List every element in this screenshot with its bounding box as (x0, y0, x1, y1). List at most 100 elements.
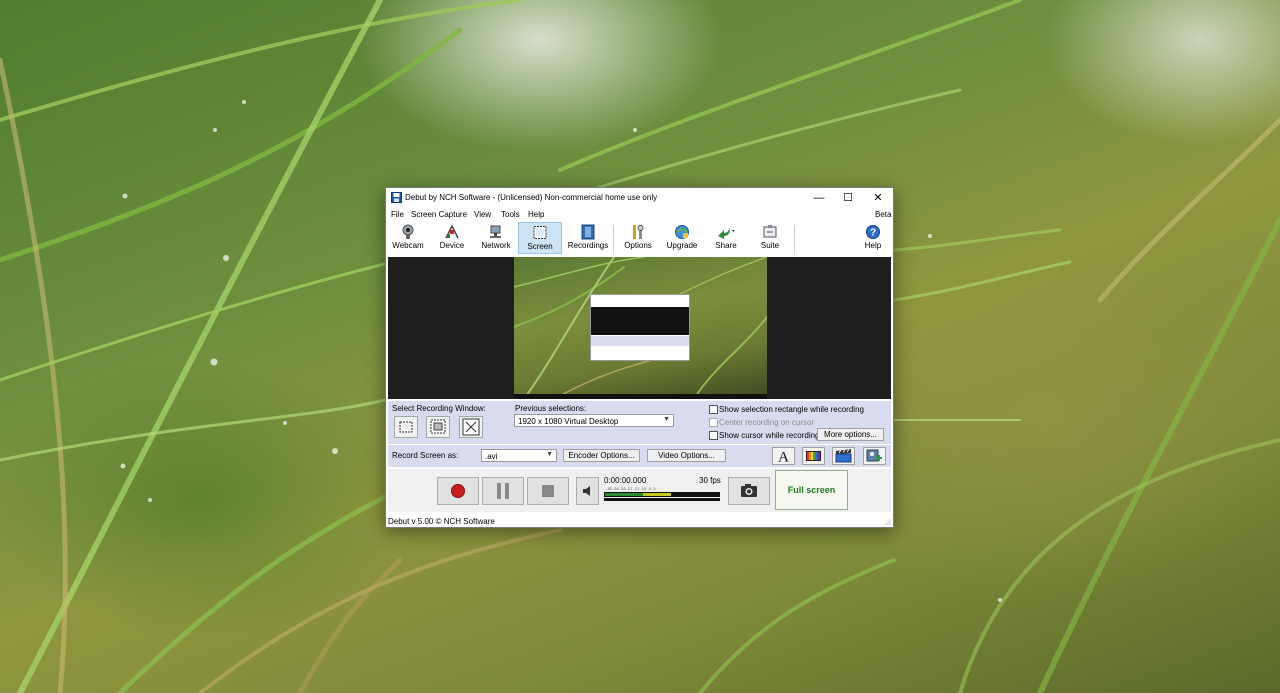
toolbar-recordings-label: Recordings (567, 241, 609, 250)
previous-selection-value: 1920 x 1080 Virtual Desktop (518, 417, 619, 426)
previous-selections-label: Previous selections: (515, 404, 587, 413)
speaker-icon (583, 486, 590, 496)
toolbar-separator (794, 225, 795, 253)
share-icon (718, 228, 735, 239)
close-button[interactable]: ✕ (863, 188, 893, 208)
encoder-options-button[interactable]: Encoder Options... (563, 449, 640, 462)
preview-nested-window (590, 294, 690, 361)
menu-file[interactable]: File (391, 210, 404, 219)
device-icon (445, 224, 459, 239)
toolbar-device-label: Device (439, 241, 465, 250)
center-on-cursor-checkbox[interactable] (709, 418, 718, 427)
webcam-icon (402, 224, 414, 239)
menu-tools[interactable]: Tools (501, 210, 520, 219)
color-bars-icon (806, 451, 821, 461)
video-effects-button[interactable] (832, 447, 855, 465)
record-button[interactable] (437, 477, 479, 505)
select-rectangle-button[interactable] (394, 416, 418, 438)
toolbar-screen-label: Screen (527, 242, 553, 251)
select-fullscreen-button[interactable] (459, 416, 483, 438)
upgrade-icon (675, 225, 689, 239)
toolbar-suite[interactable]: Suite (748, 222, 792, 254)
stop-button[interactable] (527, 477, 569, 505)
stop-icon (542, 485, 554, 497)
preview-desktop-image (514, 257, 767, 399)
center-on-cursor-label: Center recording on cursor (719, 418, 815, 427)
debut-app-icon (391, 192, 402, 203)
toolbar-share-label: Share (715, 241, 737, 250)
audio-level-meter: -45 -39 -33 -27 -21 -15 -9 -3 (604, 486, 720, 501)
options-icon (633, 225, 644, 239)
svg-text:A: A (778, 450, 789, 465)
status-text: Debut v 5.00 © NCH Software (388, 517, 495, 526)
format-dropdown[interactable]: .avi ▼ (481, 449, 557, 462)
select-window-button[interactable] (426, 416, 450, 438)
show-selection-rect-checkbox[interactable] (709, 405, 718, 414)
suite-icon (763, 225, 777, 238)
toolbar-network-label: Network (481, 241, 511, 250)
window-title: Debut by NCH Software - (Unlicensed) Non… (405, 193, 658, 202)
toolbar-share[interactable]: Share (704, 222, 748, 254)
toolbar-help-label: Help (864, 241, 882, 250)
format-value: .avi (485, 452, 498, 461)
select-rectangle-icon (399, 421, 413, 433)
toolbar-screen[interactable]: Screen (518, 222, 562, 254)
pause-button[interactable] (482, 477, 524, 505)
menu-help[interactable]: Help (528, 210, 544, 219)
menu-bar: File Screen Capture View Tools Help Beta (386, 208, 893, 221)
text-caption-icon: A (778, 450, 789, 466)
minimize-button[interactable]: — (804, 188, 834, 208)
show-selection-rect-label: Show selection rectangle while recording (719, 405, 864, 414)
volume-button[interactable] (576, 477, 599, 505)
show-cursor-checkbox[interactable] (709, 431, 718, 440)
text-caption-button[interactable]: A (772, 447, 795, 466)
svg-text:?: ? (870, 228, 876, 239)
toolbar-separator (613, 225, 614, 253)
select-window-icon (430, 419, 446, 434)
color-adjust-button[interactable] (802, 447, 825, 465)
fps-display: 30 fps (699, 476, 721, 485)
beta-label: Beta (875, 210, 892, 219)
toolbar-suite-label: Suite (760, 241, 780, 250)
full-screen-button[interactable]: Full screen (775, 470, 848, 510)
toolbar-device[interactable]: Device (430, 222, 474, 254)
camera-icon (741, 484, 757, 497)
previous-selections-dropdown[interactable]: 1920 x 1080 Virtual Desktop ▼ (514, 414, 674, 427)
menu-screen-capture[interactable]: Screen Capture (411, 210, 467, 219)
debut-window: Debut by NCH Software - (Unlicensed) Non… (385, 187, 894, 528)
toolbar-upgrade[interactable]: Upgrade (660, 222, 704, 254)
toolbar-options[interactable]: Options (616, 222, 660, 254)
help-icon: ? (866, 225, 880, 239)
title-bar[interactable]: Debut by NCH Software - (Unlicensed) Non… (386, 188, 893, 208)
toolbar-options-label: Options (624, 241, 652, 250)
more-options-button[interactable]: More options... (817, 428, 884, 441)
record-as-label: Record Screen as: (392, 451, 459, 460)
select-window-label: Select Recording Window: (392, 404, 486, 413)
toolbar-upgrade-label: Upgrade (666, 241, 698, 250)
encoder-bar: Record Screen as: .avi ▼ Encoder Options… (388, 445, 891, 467)
chevron-down-icon: ▼ (663, 416, 670, 423)
add-overlay-icon (866, 449, 882, 462)
svg-text:-45 -39 -33 -27 -21 -15 -9 -3: -45 -39 -33 -27 -21 -15 -9 -3 (606, 486, 656, 491)
status-bar: Debut v 5.00 © NCH Software (386, 515, 893, 527)
recording-controls: 0:00:00.000 30 fps -45 -39 -33 -27 -21 -… (388, 469, 891, 512)
video-options-button[interactable]: Video Options... (647, 449, 726, 462)
level-meter-panel: 0:00:00.000 30 fps -45 -39 -33 -27 -21 -… (602, 476, 722, 504)
resize-grip-icon[interactable] (884, 518, 891, 525)
recordings-icon (581, 224, 595, 240)
show-cursor-label: Show cursor while recording (719, 431, 820, 440)
toolbar-help[interactable]: ? Help (851, 222, 895, 254)
toolbar-webcam[interactable]: Webcam (386, 222, 430, 254)
record-icon (451, 484, 465, 498)
fullscreen-icon (462, 418, 480, 436)
menu-view[interactable]: View (474, 210, 491, 219)
toolbar-network[interactable]: Network (474, 222, 518, 254)
capture-preview (388, 257, 891, 399)
main-toolbar: Webcam Device Network Screen Recordings … (386, 222, 893, 255)
toolbar-webcam-label: Webcam (392, 241, 424, 250)
watermark-button[interactable] (863, 447, 886, 465)
toolbar-recordings[interactable]: Recordings (566, 222, 610, 254)
time-display: 0:00:00.000 (604, 476, 647, 485)
snapshot-button[interactable] (728, 477, 770, 505)
maximize-button[interactable]: ☐ (833, 188, 863, 208)
